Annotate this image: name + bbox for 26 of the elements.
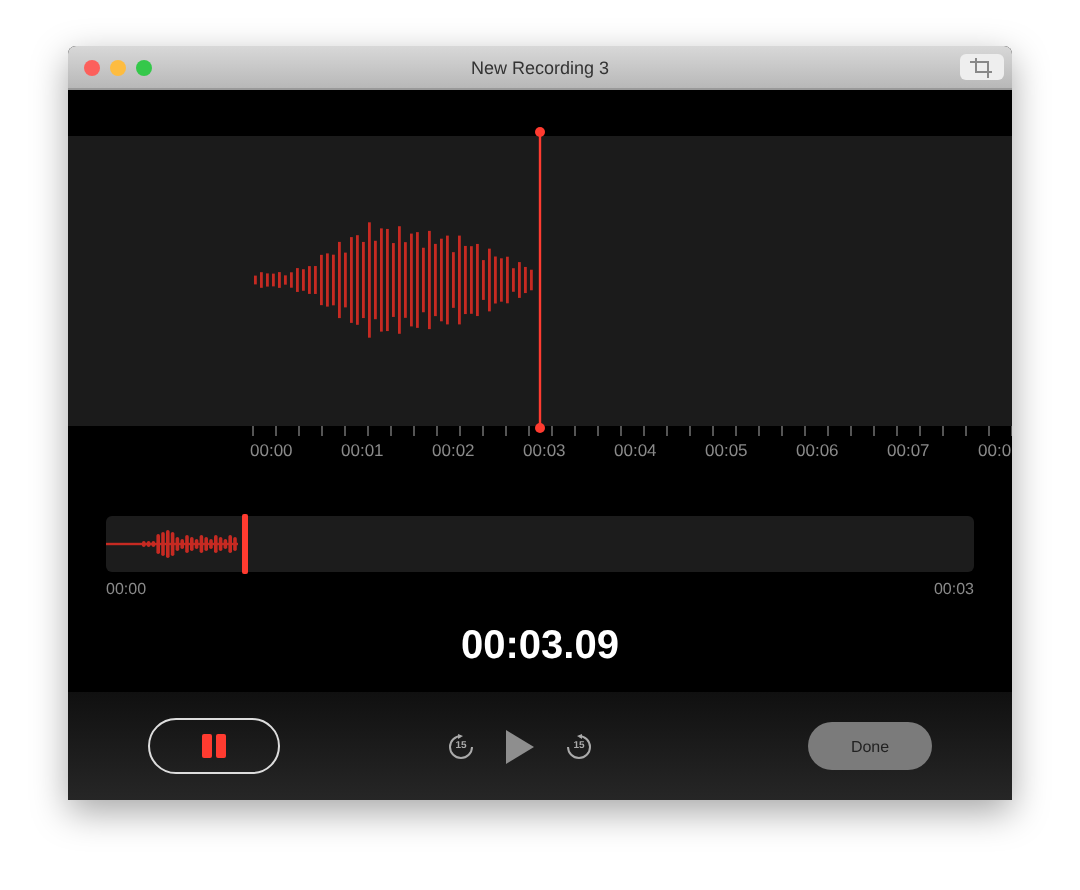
elapsed-time: 00:03.09 — [459, 622, 621, 672]
window-title: New Recording 3 — [470, 57, 610, 77]
trim-button[interactable] — [960, 54, 1004, 80]
time-label: 00:02 — [432, 440, 477, 464]
time-label: 00:04 — [614, 440, 659, 464]
rewind-arrow-icon — [448, 733, 474, 759]
close-button[interactable] — [84, 59, 100, 75]
play-icon — [506, 729, 534, 763]
time-label: 00:07 — [887, 440, 932, 464]
time-label: 00:00 — [250, 440, 295, 464]
time-label: 00:05 — [705, 440, 750, 464]
pause-button[interactable] — [148, 718, 280, 774]
playhead[interactable] — [532, 126, 548, 434]
overview-track[interactable] — [106, 516, 974, 572]
time-label: 00:01 — [341, 440, 386, 464]
time-label: 00:03 — [523, 440, 568, 464]
time-label: 00:06 — [796, 440, 841, 464]
position-marker[interactable] — [242, 514, 249, 574]
pause-icon — [202, 734, 226, 758]
crop-icon — [970, 57, 994, 77]
time-label: 00:0 — [978, 440, 1012, 464]
done-button[interactable]: Done — [808, 722, 932, 770]
start-time: 00:00 — [106, 580, 147, 598]
forward-arrow-icon — [566, 733, 592, 759]
end-time: 00:03 — [933, 580, 974, 598]
play-button[interactable] — [506, 729, 534, 763]
